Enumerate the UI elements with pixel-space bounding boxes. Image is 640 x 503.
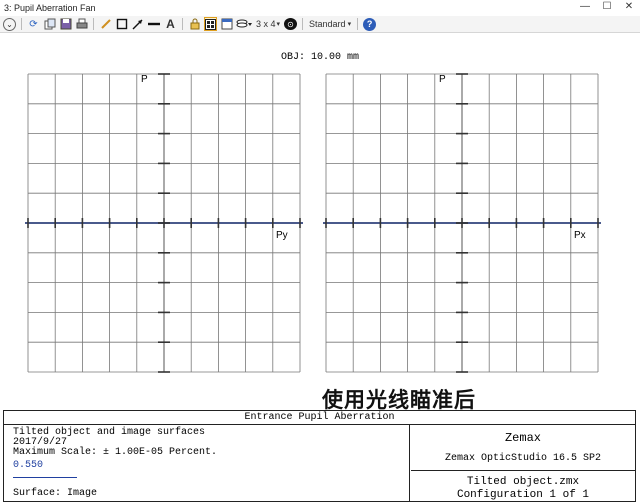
fan-py-vertical-label: P: [141, 74, 148, 85]
window-controls: — ☐ ✕: [578, 1, 636, 12]
fan-plot-py: P Py: [25, 73, 303, 373]
info-brand-block: Zemax Zemax OpticStudio 16.5 SP2: [411, 425, 635, 471]
style-label: Standard: [309, 19, 346, 29]
arrow-icon[interactable]: [131, 17, 144, 31]
info-right-column: Zemax Zemax OpticStudio 16.5 SP2 Tilted …: [411, 425, 635, 501]
style-dropdown-icon[interactable]: Standard ▾: [308, 17, 352, 31]
toolbar-separator: [182, 18, 183, 30]
window-titlebar: 3: Pupil Aberration Fan — ☐ ✕: [0, 0, 640, 16]
plot-area: OBJ: 10.00 mm P Py P Px: [0, 34, 640, 410]
window-title: 3: Pupil Aberration Fan: [4, 3, 96, 13]
brand-name: Zemax: [504, 431, 541, 445]
layout-icon[interactable]: [204, 17, 217, 31]
file-name: Tilted object.zmx: [466, 476, 580, 488]
configuration-label: Configuration 1 of 1: [456, 489, 590, 501]
toolbar: ⌄ ⟳ A 3 x 4 ▾ ⊙ Standard ▾ ?: [0, 16, 640, 33]
line-icon[interactable]: [147, 17, 161, 31]
fan-grid-py: [25, 73, 303, 373]
grid-icon[interactable]: 3 x 4 ▾: [255, 17, 281, 31]
maximize-button[interactable]: ☐: [600, 1, 614, 12]
rectangle-icon[interactable]: [115, 17, 128, 31]
info-line-scale: Maximum Scale: ± 1.00E-05 Percent.: [13, 447, 218, 458]
minimize-button[interactable]: —: [578, 1, 592, 12]
zemax-icon[interactable]: ⊙: [284, 18, 298, 30]
close-button[interactable]: ✕: [622, 1, 636, 12]
fan-px-vertical-label: P: [439, 74, 446, 85]
grid-layout-label: 3 x 4: [256, 19, 276, 29]
lock-icon[interactable]: [188, 17, 201, 31]
help-icon[interactable]: ?: [363, 17, 377, 31]
software-version: Zemax OpticStudio 16.5 SP2: [444, 453, 602, 464]
toolbar-separator: [21, 18, 22, 30]
copy-icon[interactable]: [43, 17, 56, 31]
info-box: Entrance Pupil Aberration Tilted object …: [3, 410, 636, 502]
print-icon[interactable]: [75, 17, 88, 31]
layers-icon[interactable]: [236, 17, 252, 31]
info-file-block: Tilted object.zmx Configuration 1 of 1: [411, 472, 635, 501]
toolbar-separator: [357, 18, 359, 30]
text-icon[interactable]: A: [164, 17, 177, 31]
wavelength-legend-line: [13, 477, 77, 478]
toolbar-separator: [302, 18, 304, 30]
fan-plot-px: P Px: [323, 73, 601, 373]
settings-dropdown-icon[interactable]: ⌄: [3, 17, 16, 31]
window-icon[interactable]: [220, 17, 233, 31]
pencil-icon[interactable]: [99, 17, 112, 31]
save-icon[interactable]: [59, 17, 72, 31]
info-header: Entrance Pupil Aberration: [4, 411, 635, 425]
toolbar-separator: [93, 18, 94, 30]
fan-grid-px: [323, 73, 601, 373]
refresh-icon[interactable]: ⟳: [27, 17, 40, 31]
wavelength-legend: 0.550: [13, 460, 44, 471]
fan-px-horizontal-label: Px: [574, 230, 586, 241]
info-line-surface: Surface: Image: [13, 488, 98, 499]
fan-py-horizontal-label: Py: [276, 230, 288, 241]
info-left-column: Tilted object and image surfaces 2017/9/…: [4, 425, 410, 501]
obj-label: OBJ: 10.00 mm: [280, 52, 359, 63]
